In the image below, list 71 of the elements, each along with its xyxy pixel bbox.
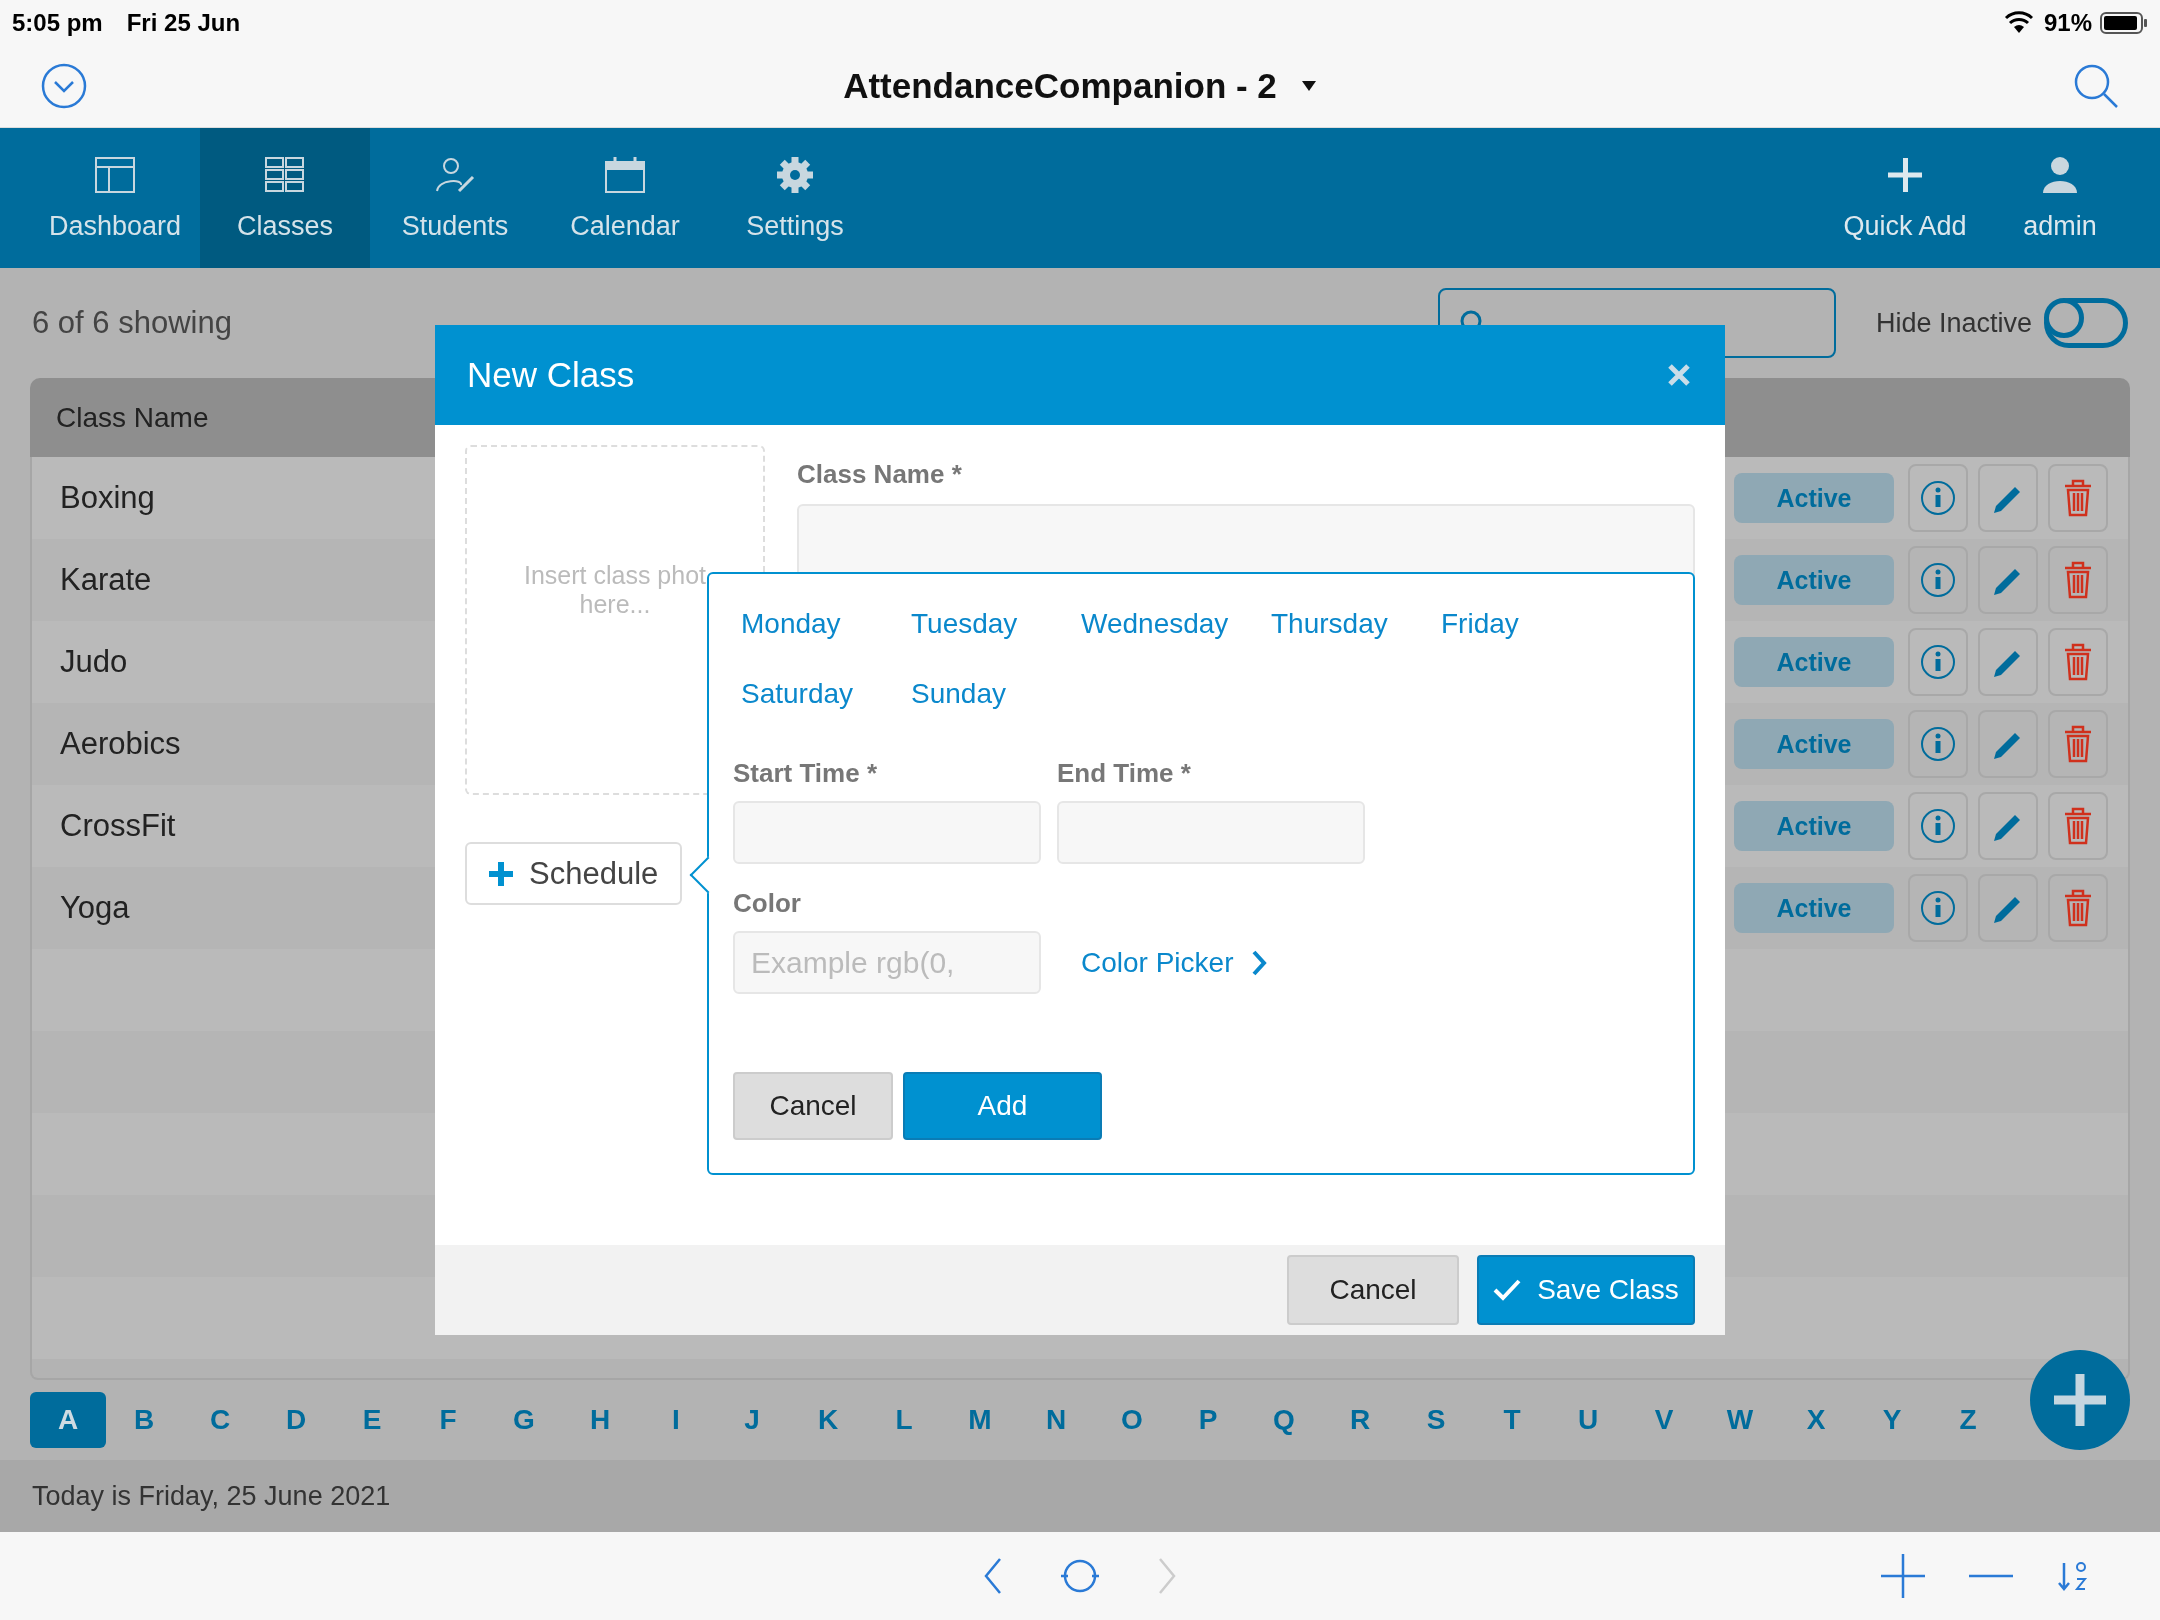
column-header: Class Name bbox=[56, 401, 209, 434]
nav-tab[interactable]: Calendar bbox=[540, 128, 710, 268]
letter-filter[interactable]: O bbox=[1094, 1392, 1170, 1448]
cancel-button[interactable]: Cancel bbox=[733, 1072, 893, 1140]
status-badge: Active bbox=[1734, 473, 1894, 523]
dialog-title: New Class bbox=[467, 355, 635, 395]
status-date: Fri 25 Jun bbox=[126, 8, 241, 37]
quick-add-button[interactable]: Quick Add bbox=[1830, 128, 1980, 268]
letter-filter[interactable]: L bbox=[866, 1392, 942, 1448]
class-name-cell: Yoga bbox=[60, 890, 130, 926]
letter-filter[interactable]: R bbox=[1322, 1392, 1398, 1448]
status-badge: Active bbox=[1734, 801, 1894, 851]
field-label: Color bbox=[733, 888, 802, 919]
field-label: End Time * bbox=[1057, 758, 1192, 789]
nav-tab[interactable]: Dashboard bbox=[30, 128, 200, 268]
status-badge: Active bbox=[1734, 637, 1894, 687]
class-name-cell: CrossFit bbox=[60, 808, 176, 844]
day-option[interactable]: Friday bbox=[1441, 600, 1519, 648]
battery-percent: 91% bbox=[2043, 8, 2092, 37]
letter-filter[interactable]: K bbox=[790, 1392, 866, 1448]
class-name-cell: Judo bbox=[60, 644, 128, 680]
letter-filter[interactable]: V bbox=[1626, 1392, 1702, 1448]
letter-filter[interactable]: P bbox=[1170, 1392, 1246, 1448]
admin-button[interactable]: admin bbox=[1980, 128, 2140, 268]
count-label: 6 of 6 showing bbox=[32, 305, 232, 341]
letter-filter[interactable]: B bbox=[106, 1392, 182, 1448]
day-option[interactable]: Thursday bbox=[1271, 600, 1388, 648]
field-label: Class Name * bbox=[797, 459, 963, 490]
letter-filter[interactable]: D bbox=[258, 1392, 334, 1448]
status-badge: Active bbox=[1734, 555, 1894, 605]
day-option[interactable]: Sunday bbox=[911, 670, 1006, 718]
letter-filter[interactable]: E bbox=[334, 1392, 410, 1448]
letter-filter[interactable]: N bbox=[1018, 1392, 1094, 1448]
status-badge: Active bbox=[1734, 883, 1894, 933]
letter-filter[interactable]: U bbox=[1550, 1392, 1626, 1448]
color-field[interactable]: Example rgb(0, bbox=[733, 931, 1041, 994]
letter-filter[interactable]: C bbox=[182, 1392, 258, 1448]
today-label: Today is Friday, 25 June 2021 bbox=[32, 1480, 391, 1512]
letter-filter[interactable]: H bbox=[562, 1392, 638, 1448]
save-class-button[interactable]: Save Class bbox=[1477, 1255, 1695, 1325]
color-picker-link[interactable]: Color Picker bbox=[1081, 946, 1268, 979]
add-button[interactable]: Add bbox=[903, 1072, 1102, 1140]
day-option[interactable]: Tuesday bbox=[911, 600, 1018, 648]
letter-filter[interactable]: I bbox=[638, 1392, 714, 1448]
photo-hint: Insert class phot bbox=[524, 561, 706, 590]
cancel-button[interactable]: Cancel bbox=[1287, 1255, 1459, 1325]
nav-tab[interactable]: Students bbox=[370, 128, 540, 268]
nav-tab[interactable]: Classes bbox=[200, 128, 370, 268]
letter-filter[interactable]: M bbox=[942, 1392, 1018, 1448]
letter-filter[interactable]: Z bbox=[1930, 1392, 2006, 1448]
day-option[interactable]: Wednesday bbox=[1081, 600, 1229, 648]
schedule-button[interactable]: Schedule bbox=[465, 842, 682, 905]
status-badge: Active bbox=[1734, 719, 1894, 769]
letter-filter[interactable]: J bbox=[714, 1392, 790, 1448]
status-time: 5:05 pm bbox=[12, 8, 103, 37]
app-title[interactable]: AttendanceCompanion - 2 bbox=[843, 66, 1277, 106]
nav-tab[interactable]: Settings bbox=[710, 128, 880, 268]
letter-filter[interactable]: S bbox=[1398, 1392, 1474, 1448]
letter-filter[interactable]: G bbox=[486, 1392, 562, 1448]
letter-filter[interactable]: Q bbox=[1246, 1392, 1322, 1448]
photo-hint: here... bbox=[579, 590, 651, 619]
class-name-cell: Karate bbox=[60, 562, 152, 598]
class-name-cell: Boxing bbox=[60, 480, 155, 516]
class-name-cell: Aerobics bbox=[60, 726, 181, 762]
letter-filter[interactable]: A bbox=[30, 1392, 106, 1448]
letter-filter[interactable]: W bbox=[1702, 1392, 1778, 1448]
hide-inactive-label: Hide Inactive bbox=[1875, 307, 2032, 339]
letter-filter[interactable]: X bbox=[1778, 1392, 1854, 1448]
letter-filter[interactable]: F bbox=[410, 1392, 486, 1448]
letter-filter[interactable]: T bbox=[1474, 1392, 1550, 1448]
letter-filter[interactable]: Y bbox=[1854, 1392, 1930, 1448]
